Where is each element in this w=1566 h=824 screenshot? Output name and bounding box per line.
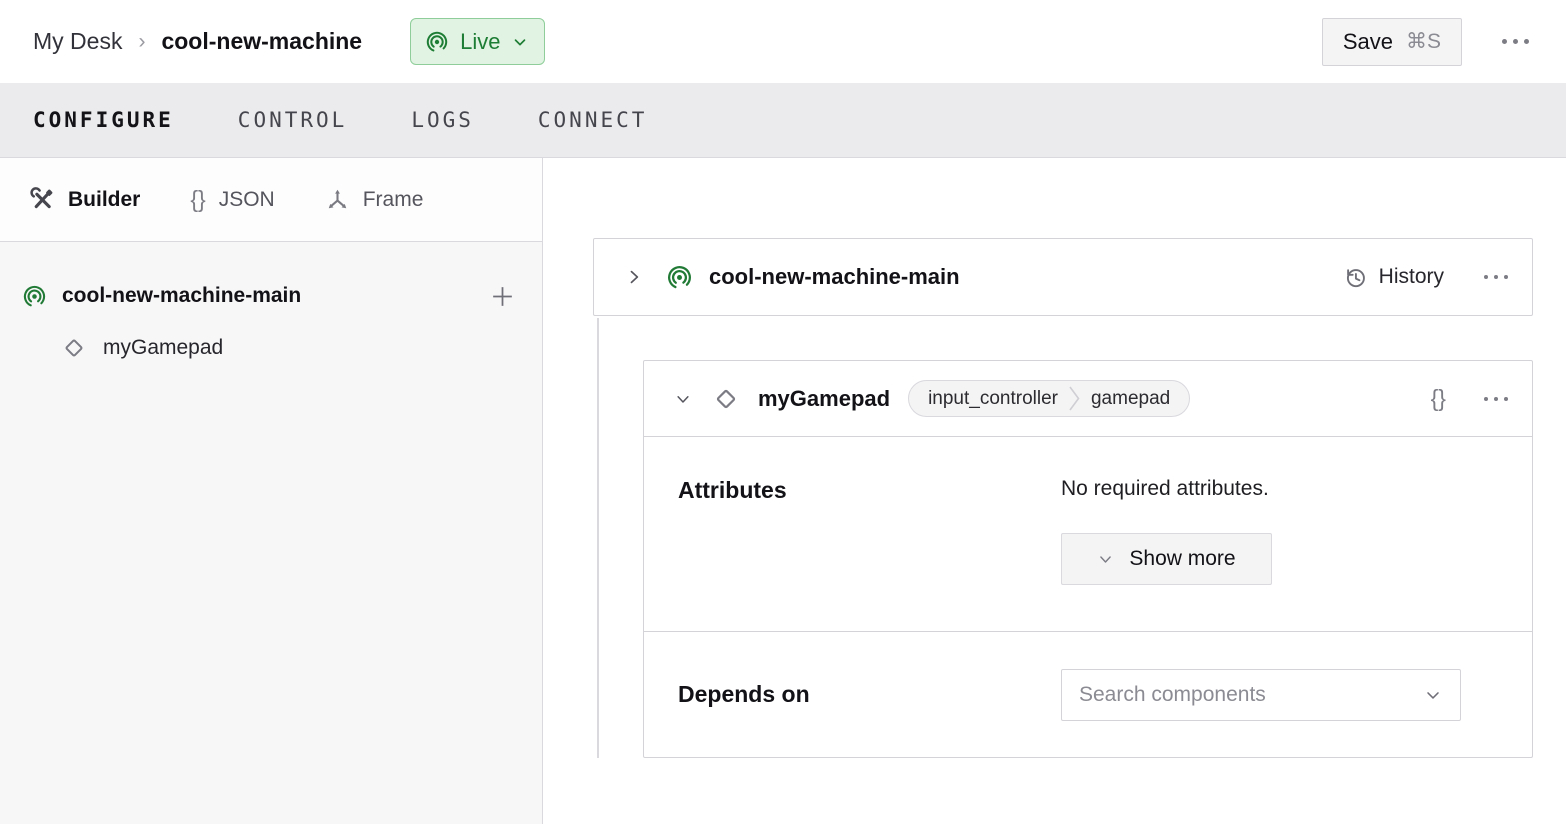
history-button[interactable]: History [1343, 265, 1444, 290]
history-icon [1343, 265, 1368, 290]
live-status-label: Live [460, 29, 500, 55]
config-sidebar: Builder {} JSON Frame [0, 158, 543, 824]
axes-icon [325, 187, 350, 212]
machine-part-title: cool-new-machine-main [709, 264, 960, 290]
expand-chevron-right-icon[interactable] [624, 267, 644, 287]
chevron-down-icon [1097, 551, 1114, 568]
mode-tab-json-label: JSON [219, 188, 275, 212]
show-more-button[interactable]: Show more [1061, 533, 1272, 585]
tree-item-machine-main[interactable]: cool-new-machine-main [0, 270, 542, 322]
show-more-label: Show more [1129, 547, 1235, 571]
save-button[interactable]: Save ⌘S [1322, 18, 1462, 66]
live-ring-icon [425, 30, 449, 54]
live-ring-icon [22, 284, 47, 309]
braces-icon: {} [190, 186, 205, 213]
badge-divider-chevron-icon [1068, 380, 1081, 417]
model-badge-label: gamepad [1081, 388, 1189, 410]
collapse-chevron-down-icon[interactable] [674, 390, 692, 408]
component-card-mygamepad: myGamepad input_controller gamepad {} [643, 360, 1533, 758]
attributes-label: Attributes [678, 477, 1061, 504]
component-name: myGamepad [758, 386, 890, 412]
sidebar-mode-tabs: Builder {} JSON Frame [0, 158, 542, 242]
attributes-empty-text: No required attributes. [1061, 477, 1500, 501]
breadcrumb: My Desk › cool-new-machine [33, 28, 362, 55]
tree-guide-line [597, 318, 599, 758]
tools-icon [30, 187, 55, 212]
component-card-header: myGamepad input_controller gamepad {} [644, 361, 1532, 437]
breadcrumb-parent-link[interactable]: My Desk [33, 28, 122, 55]
mode-tab-frame[interactable]: Frame [325, 187, 424, 212]
component-card-overflow-menu-button[interactable] [1482, 389, 1510, 409]
depends-on-select[interactable]: Search components [1061, 669, 1461, 721]
content-area: Builder {} JSON Frame [0, 158, 1566, 824]
tree-item-machine-label: cool-new-machine-main [62, 284, 474, 308]
tab-configure[interactable]: CONFIGURE [33, 108, 174, 132]
tree-item-mygamepad-label: myGamepad [103, 336, 223, 360]
history-label: History [1379, 265, 1444, 289]
api-badge-label: input_controller [909, 388, 1068, 410]
live-ring-icon [666, 264, 693, 291]
diamond-icon [61, 335, 87, 361]
topbar-overflow-menu-button[interactable] [1498, 29, 1533, 54]
depends-on-section: Depends on Search components [644, 632, 1532, 757]
mode-tab-builder[interactable]: Builder [30, 187, 140, 212]
machine-part-tree: cool-new-machine-main myGamepad [0, 242, 542, 374]
breadcrumb-separator: › [138, 30, 145, 54]
edit-json-braces-icon[interactable]: {} [1431, 385, 1446, 412]
mode-tab-builder-label: Builder [68, 188, 140, 212]
depends-on-placeholder: Search components [1079, 683, 1266, 707]
add-component-button[interactable] [489, 283, 516, 310]
tree-item-mygamepad[interactable]: myGamepad [0, 322, 542, 374]
save-button-label: Save [1343, 29, 1393, 55]
diamond-icon [712, 385, 740, 413]
tab-control[interactable]: CONTROL [238, 108, 348, 132]
chevron-down-icon [511, 33, 529, 51]
attributes-section: Attributes No required attributes. Show … [644, 437, 1532, 631]
mode-tab-frame-label: Frame [363, 188, 424, 212]
tab-logs[interactable]: LOGS [411, 108, 474, 132]
depends-on-label: Depends on [678, 681, 1061, 708]
mode-tab-json[interactable]: {} JSON [190, 186, 274, 213]
machine-nav-tabs: CONFIGURE CONTROL LOGS CONNECT [0, 83, 1566, 158]
top-bar: My Desk › cool-new-machine Live Save ⌘S [0, 0, 1566, 83]
tab-connect[interactable]: CONNECT [538, 108, 648, 132]
config-main-panel: cool-new-machine-main History [543, 158, 1566, 824]
breadcrumb-machine-name: cool-new-machine [161, 28, 362, 55]
chevron-down-icon [1423, 685, 1443, 705]
machine-part-card: cool-new-machine-main History [593, 238, 1533, 316]
machine-card-overflow-menu-button[interactable] [1482, 267, 1510, 287]
live-status-dropdown[interactable]: Live [410, 18, 545, 65]
save-shortcut-hint: ⌘S [1406, 29, 1441, 54]
component-type-badge: input_controller gamepad [908, 380, 1190, 417]
